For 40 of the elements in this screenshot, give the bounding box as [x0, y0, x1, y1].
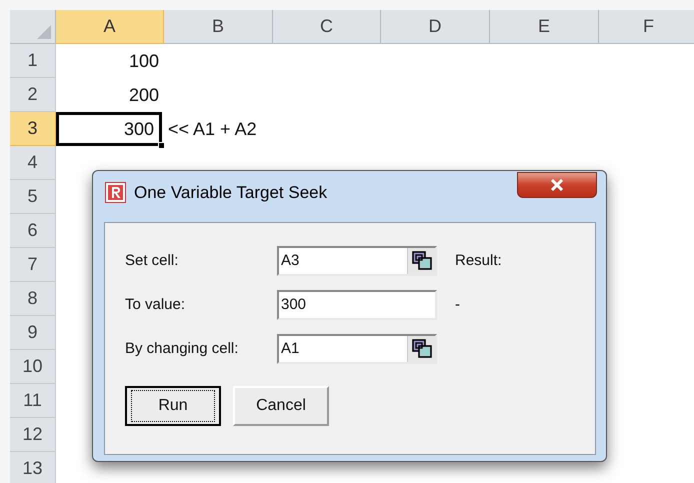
- row-header[interactable]: 6: [10, 214, 56, 248]
- dialog-button[interactable]: Cancel: [233, 386, 329, 426]
- input-field[interactable]: A3: [277, 246, 437, 276]
- row-header[interactable]: 12: [10, 418, 56, 452]
- window-title: One Variable Target Seek: [134, 182, 328, 203]
- row-header[interactable]: 3: [10, 112, 56, 146]
- row-header[interactable]: 10: [10, 350, 56, 384]
- row-header[interactable]: 8: [10, 282, 56, 316]
- row-header[interactable]: 11: [10, 384, 56, 418]
- column-header[interactable]: F: [599, 10, 694, 44]
- result-text: Result:: [455, 250, 502, 271]
- column-header[interactable]: A: [56, 10, 164, 44]
- field-label: Set cell:: [125, 250, 180, 271]
- fill-handle[interactable]: [158, 142, 165, 149]
- result-text: -: [455, 294, 460, 315]
- range-picker-icon[interactable]: [412, 339, 432, 359]
- table-cell-text: << A1 + A2: [168, 118, 257, 140]
- table-cell-text: 100: [128, 50, 160, 72]
- table-cell: 300: [56, 112, 162, 146]
- input-field[interactable]: 300: [277, 290, 437, 320]
- close-button[interactable]: [517, 172, 597, 198]
- row-header[interactable]: 1: [10, 44, 56, 78]
- row-header[interactable]: 2: [10, 78, 56, 112]
- range-picker-icon[interactable]: [412, 251, 432, 271]
- dialog-button[interactable]: Run: [125, 386, 221, 426]
- row-header[interactable]: 5: [10, 180, 56, 214]
- column-header[interactable]: C: [273, 10, 381, 44]
- column-header[interactable]: B: [164, 10, 273, 44]
- input-field[interactable]: A1: [277, 334, 437, 364]
- field-label: By changing cell:: [125, 338, 240, 359]
- field-label: To value:: [125, 294, 186, 315]
- app-logo-icon: [105, 182, 126, 203]
- column-header[interactable]: D: [381, 10, 490, 44]
- close-icon: [550, 179, 564, 191]
- row-header[interactable]: 9: [10, 316, 56, 350]
- column-header[interactable]: E: [490, 10, 599, 44]
- row-header[interactable]: 7: [10, 248, 56, 282]
- table-cell-text: 200: [128, 84, 160, 106]
- row-header[interactable]: 4: [10, 146, 56, 180]
- row-header[interactable]: 13: [10, 452, 56, 483]
